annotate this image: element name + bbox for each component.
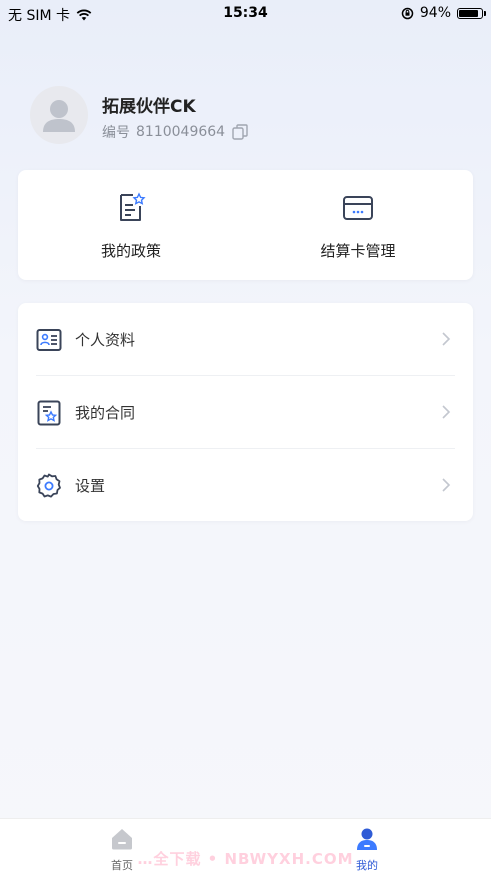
bank-card-icon [343,196,373,220]
bottom-tab-bar: 首页 我的 [0,818,491,878]
menu-item-label: 我的合同 [75,404,136,422]
battery-group: 94% [401,5,486,21]
home-icon [112,829,132,850]
orientation-lock-icon [401,7,414,19]
default-avatar-icon [43,100,75,132]
person-icon [357,828,377,850]
tab-home-label: 首页 [111,859,133,872]
user-name: 拓展伙伴CK [102,97,196,117]
menu-item-contract[interactable]: 我的合同 [18,376,473,448]
my-policy-label: 我的政策 [100,242,161,260]
user-id-label: 编号 [102,125,130,141]
tab-mine-label: 我的 [356,859,378,872]
tab-mine[interactable]: 我的 [337,827,397,873]
copy-icon[interactable] [231,123,249,141]
menu-item-label: 个人资料 [75,331,136,349]
avatar[interactable] [30,86,88,144]
tab-home[interactable]: 首页 [92,827,152,873]
gear-icon [36,473,61,498]
chevron-right-icon [442,478,451,492]
contract-star-icon [37,400,61,426]
battery-icon [457,7,486,19]
settlement-card-label: 结算卡管理 [320,242,396,260]
menu-item-settings[interactable]: 设置 [18,449,473,521]
battery-percent: 94% [419,5,451,21]
menu-card: 个人资料 我的合同 设置 [18,303,473,521]
policy-doc-star-icon [120,192,146,221]
profile-header: 拓展伙伴CK 编号 8110049664 [30,86,460,146]
status-bar: 无 SIM 卡 15:34 94% [0,0,491,26]
my-policy-button[interactable]: 我的政策 [41,192,221,261]
chevron-right-icon [442,405,451,419]
id-card-icon [36,329,62,351]
battery-level [459,9,478,17]
user-id-value: 8110049664 [136,124,226,140]
settlement-card-button[interactable]: 结算卡管理 [268,192,448,261]
chevron-right-icon [442,332,451,346]
menu-item-label: 设置 [75,477,106,495]
user-id-line: 编号 8110049664 [102,122,249,142]
quick-actions-card: 我的政策 结算卡管理 [18,170,473,280]
menu-item-profile[interactable]: 个人资料 [18,303,473,375]
